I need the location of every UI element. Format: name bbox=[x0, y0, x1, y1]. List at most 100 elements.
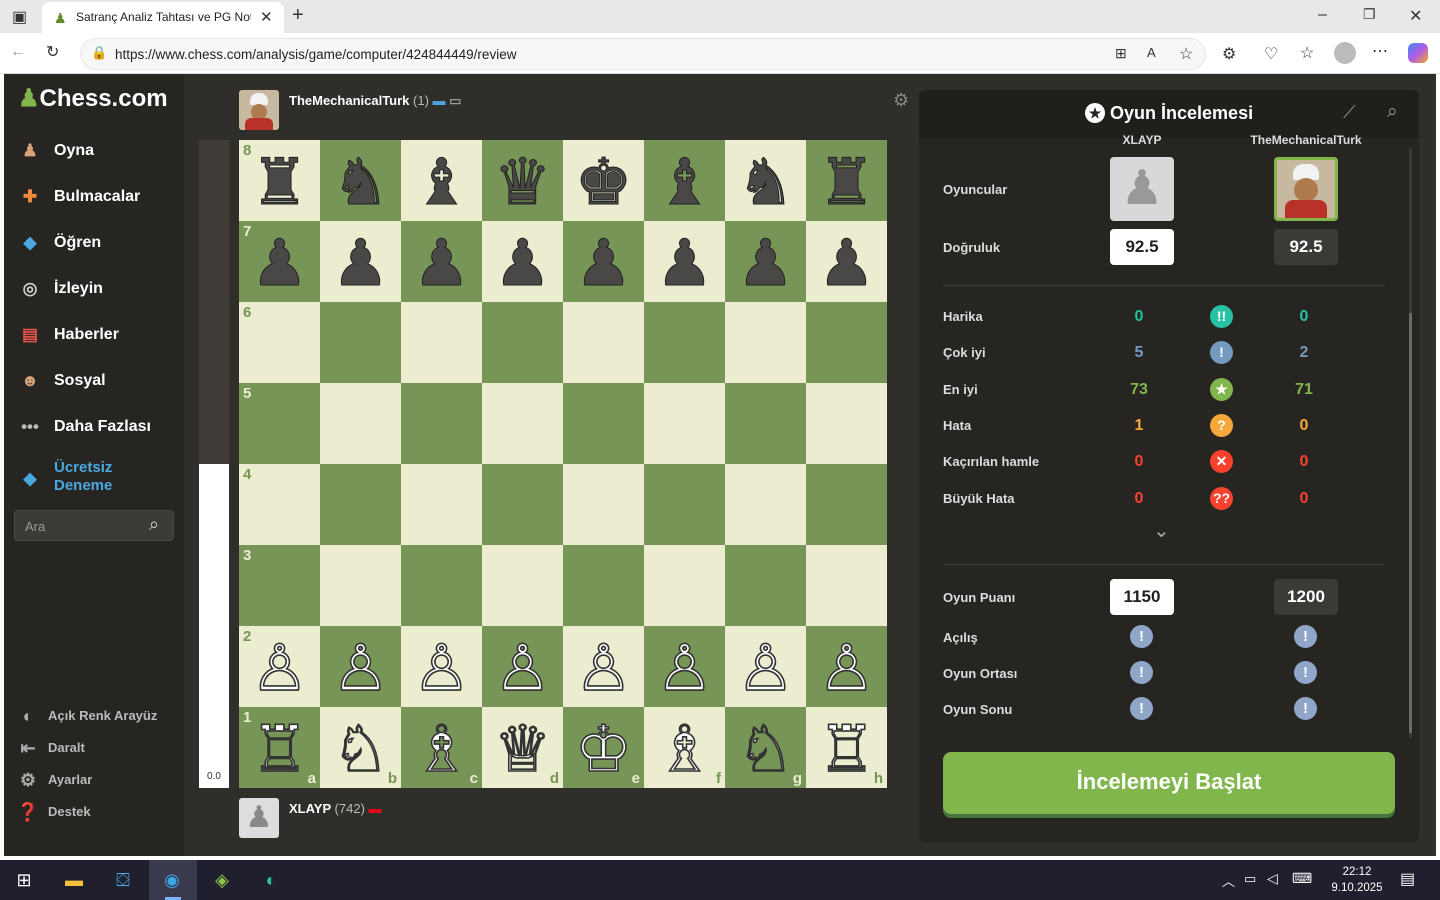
square-b6[interactable] bbox=[320, 302, 401, 383]
keyboard-icon[interactable]: ⌨ bbox=[1292, 870, 1312, 887]
favorites-icon[interactable]: ☆ bbox=[1300, 43, 1314, 63]
endgame-white-icon[interactable]: ! bbox=[1130, 697, 1153, 720]
app-available-icon[interactable]: ⊞ bbox=[1115, 45, 1127, 62]
bluestacks-icon[interactable]: ◈ bbox=[208, 866, 236, 894]
sidebar-item-news[interactable]: ▤ Haberler bbox=[4, 315, 184, 355]
square-h8[interactable]: ♜ bbox=[806, 140, 887, 221]
favorite-star-icon[interactable]: ☆ bbox=[1179, 44, 1193, 64]
square-e8[interactable]: ♚ bbox=[563, 140, 644, 221]
settings-link[interactable]: ⚙ Ayarlar bbox=[16, 770, 92, 798]
bottom-player-name[interactable]: XLAYP bbox=[289, 801, 331, 816]
square-c3[interactable] bbox=[401, 545, 482, 626]
start-icon[interactable]: ⊞ bbox=[10, 866, 38, 894]
square-e3[interactable] bbox=[563, 545, 644, 626]
square-c7[interactable]: ♟ bbox=[401, 221, 482, 302]
square-g1[interactable]: ♘ g bbox=[725, 707, 806, 788]
square-c6[interactable] bbox=[401, 302, 482, 383]
chess-piece[interactable]: ♟ bbox=[725, 227, 806, 308]
square-f5[interactable] bbox=[644, 383, 725, 464]
square-g5[interactable] bbox=[725, 383, 806, 464]
square-c4[interactable] bbox=[401, 464, 482, 545]
chess-piece[interactable]: ♞ bbox=[725, 146, 806, 227]
square-g8[interactable]: ♞ bbox=[725, 140, 806, 221]
square-g4[interactable] bbox=[725, 464, 806, 545]
tray-chevron-up-icon[interactable]: ︿ bbox=[1222, 871, 1235, 890]
square-d6[interactable] bbox=[482, 302, 563, 383]
square-c2[interactable]: ♙ bbox=[401, 626, 482, 707]
chess-piece[interactable]: ♟ bbox=[401, 227, 482, 308]
browser-tab[interactable]: ♟ Satranç Analiz Tahtası ve PG Nota ✕ bbox=[42, 2, 284, 33]
square-e2[interactable]: ♙ bbox=[563, 626, 644, 707]
square-f7[interactable]: ♟ bbox=[644, 221, 725, 302]
chess-piece[interactable]: ♙ bbox=[806, 631, 887, 713]
app-icon[interactable]: ◐ bbox=[257, 866, 285, 894]
square-a4[interactable]: 4 bbox=[239, 464, 320, 545]
chess-piece[interactable]: ♙ bbox=[563, 631, 644, 713]
square-h5[interactable] bbox=[806, 383, 887, 464]
search-input[interactable]: Ara ⌕ bbox=[14, 510, 174, 541]
square-a1[interactable]: ♖ 1 a bbox=[239, 707, 320, 788]
square-c5[interactable] bbox=[401, 383, 482, 464]
extensions-icon[interactable]: ⚙ bbox=[1222, 44, 1236, 64]
square-b8[interactable]: ♞ bbox=[320, 140, 401, 221]
square-g6[interactable] bbox=[725, 302, 806, 383]
square-e5[interactable] bbox=[563, 383, 644, 464]
square-a5[interactable]: 5 bbox=[239, 383, 320, 464]
chess-piece[interactable]: ♝ bbox=[644, 146, 725, 227]
square-b4[interactable] bbox=[320, 464, 401, 545]
chess-piece[interactable]: ♙ bbox=[401, 631, 482, 713]
board-settings-gear-icon[interactable]: ⚙ bbox=[893, 90, 909, 111]
square-d4[interactable] bbox=[482, 464, 563, 545]
middlegame-white-icon[interactable]: ! bbox=[1130, 661, 1153, 684]
tab-actions-icon[interactable]: ▣ bbox=[12, 7, 27, 27]
sidebar-item-social[interactable]: ☻ Sosyal bbox=[4, 361, 184, 401]
sidebar-item-watch[interactable]: ◎ İzleyin bbox=[4, 269, 184, 309]
zoom-analysis-icon[interactable]: ⌕ bbox=[1387, 101, 1398, 123]
chess-piece[interactable]: ♟ bbox=[482, 227, 563, 308]
square-f8[interactable]: ♝ bbox=[644, 140, 725, 221]
square-f2[interactable]: ♙ bbox=[644, 626, 725, 707]
square-e6[interactable] bbox=[563, 302, 644, 383]
white-review-avatar[interactable]: ♟ bbox=[1110, 157, 1174, 221]
performance-icon[interactable]: ♡ bbox=[1264, 44, 1278, 64]
minimize-icon[interactable]: – bbox=[1318, 6, 1327, 24]
square-e7[interactable]: ♟ bbox=[563, 221, 644, 302]
square-b7[interactable]: ♟ bbox=[320, 221, 401, 302]
square-f4[interactable] bbox=[644, 464, 725, 545]
chess-piece[interactable]: ♜ bbox=[806, 146, 887, 227]
square-g7[interactable]: ♟ bbox=[725, 221, 806, 302]
top-player-name[interactable]: TheMechanicalTurk bbox=[289, 93, 409, 108]
read-aloud-icon[interactable]: A bbox=[1147, 45, 1156, 60]
close-tab-icon[interactable]: ✕ bbox=[260, 8, 273, 26]
chess-piece[interactable]: ♙ bbox=[320, 631, 401, 713]
profile-avatar[interactable] bbox=[1334, 42, 1356, 64]
notifications-icon[interactable]: ▤ bbox=[1400, 869, 1415, 889]
square-d1[interactable]: ♕ d bbox=[482, 707, 563, 788]
sidebar-item-free-trial[interactable]: ◆ Ücretsiz Deneme bbox=[4, 457, 184, 501]
chess-piece[interactable]: ♟ bbox=[563, 227, 644, 308]
chess-board[interactable]: ♜ 8 ♞ ♝ ♛ ♚ ♝ ♞ ♜ ♟ 7 ♟ ♟ ♟ ♟ ♟ ♟ ♟ 6 5 4 3 ♙ 2 ♙ ♙ ♙ ♙ ♙ ♙ ♙ ♖ 1 a ♘ b ♗ c ♕ d… bbox=[239, 140, 887, 788]
square-d3[interactable] bbox=[482, 545, 563, 626]
square-b5[interactable] bbox=[320, 383, 401, 464]
top-player-avatar[interactable] bbox=[239, 90, 279, 130]
lock-icon[interactable]: 🔒 bbox=[91, 45, 107, 61]
volume-icon[interactable]: ◁ bbox=[1267, 870, 1278, 887]
square-h4[interactable] bbox=[806, 464, 887, 545]
chess-piece[interactable]: ♙ bbox=[482, 631, 563, 713]
store-icon[interactable]: ⛋ bbox=[109, 866, 137, 894]
clock[interactable]: 22:12 9.10.2025 bbox=[1322, 864, 1392, 896]
square-a8[interactable]: ♜ 8 bbox=[239, 140, 320, 221]
chess-piece[interactable]: ♟ bbox=[320, 227, 401, 308]
square-e4[interactable] bbox=[563, 464, 644, 545]
chess-piece[interactable]: ♟ bbox=[806, 227, 887, 308]
square-h7[interactable]: ♟ bbox=[806, 221, 887, 302]
square-b3[interactable] bbox=[320, 545, 401, 626]
black-review-avatar[interactable] bbox=[1274, 157, 1338, 221]
middlegame-black-icon[interactable]: ! bbox=[1294, 661, 1317, 684]
sidebar-item-puzzles[interactable]: ✚ Bulmacalar bbox=[4, 177, 184, 217]
chess-logo[interactable]: ♟Chess.com bbox=[18, 84, 168, 118]
start-review-button[interactable]: İncelemeyi Başlat bbox=[943, 752, 1395, 814]
chevron-down-icon[interactable]: ⌄ bbox=[1153, 518, 1170, 543]
network-icon[interactable]: ▭ bbox=[1244, 871, 1256, 887]
square-g3[interactable] bbox=[725, 545, 806, 626]
